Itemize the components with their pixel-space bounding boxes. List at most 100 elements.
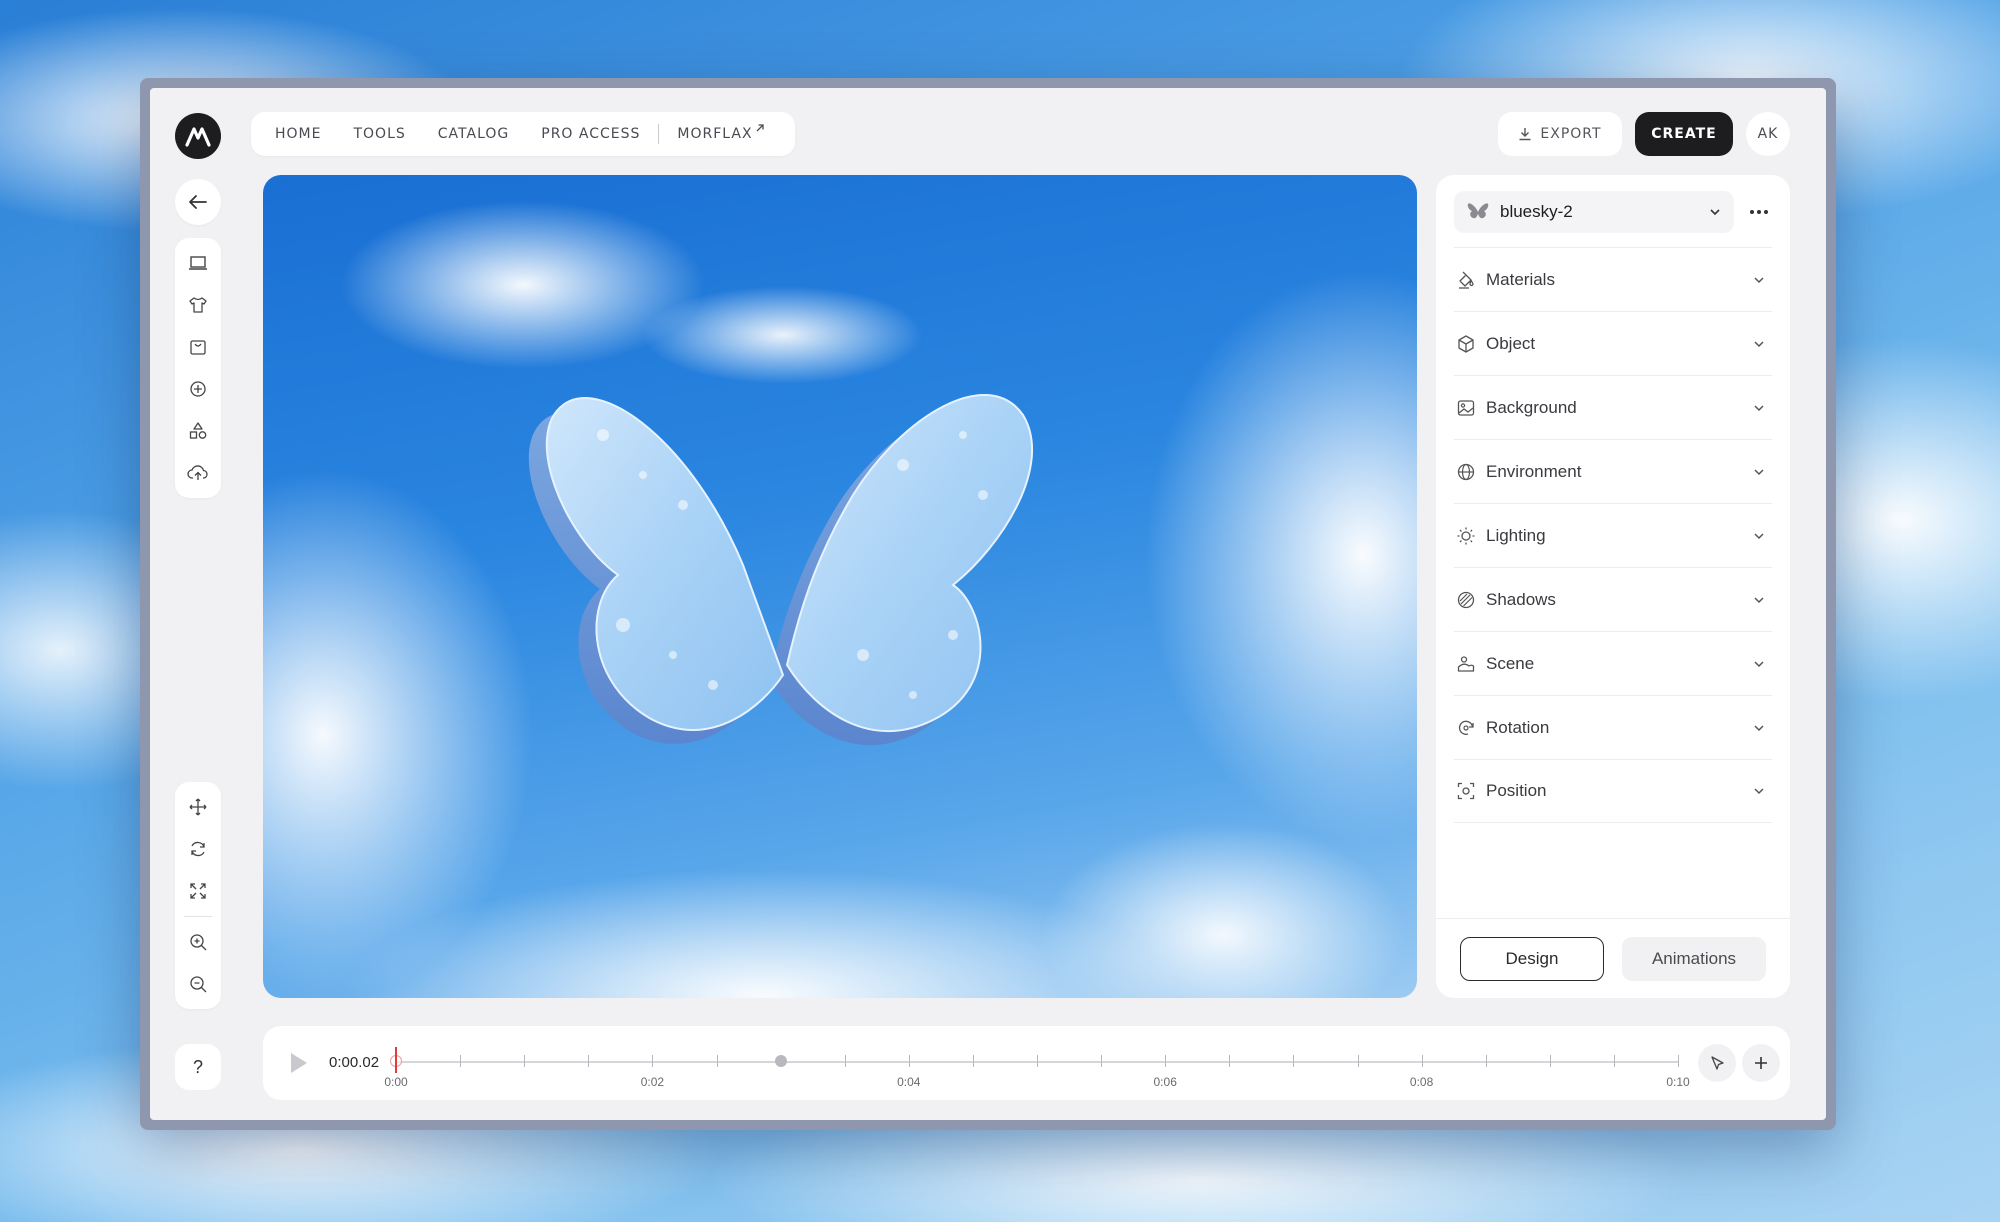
- move-icon[interactable]: [175, 786, 221, 828]
- tab-animations[interactable]: Animations: [1622, 937, 1766, 981]
- chevron-down-icon: [1754, 596, 1764, 603]
- section-label: Scene: [1486, 653, 1535, 673]
- position-icon: [1457, 782, 1475, 800]
- avatar[interactable]: AK: [1746, 112, 1790, 156]
- timeline-tick: [652, 1055, 654, 1067]
- scene-icon: [1457, 655, 1475, 672]
- section-scene[interactable]: Scene: [1454, 631, 1772, 695]
- main-nav: HOME TOOLS CATALOG PRO ACCESS MORFLAX: [251, 112, 795, 156]
- back-arrow-icon[interactable]: [175, 179, 221, 225]
- device-icon[interactable]: [175, 242, 221, 284]
- materials-icon: [1459, 271, 1474, 289]
- upload-icon[interactable]: [175, 452, 221, 494]
- chevron-down-icon: [1754, 276, 1764, 283]
- sun-icon: [1457, 527, 1475, 544]
- shadow-icon: [1457, 591, 1475, 608]
- add-icon[interactable]: [1742, 1044, 1780, 1082]
- chevron-down-icon: [1754, 660, 1764, 667]
- back-card: [175, 179, 221, 225]
- timeline-tick: [972, 1055, 974, 1067]
- nav-tools[interactable]: TOOLS: [337, 126, 421, 142]
- timeline-tick-label: 0:02: [640, 1075, 665, 1089]
- nav-home[interactable]: HOME: [259, 126, 337, 142]
- keyframe-add-icon[interactable]: [1698, 1044, 1736, 1082]
- timeline-tick: [1549, 1055, 1551, 1067]
- preset-selector[interactable]: bluesky-2: [1454, 191, 1734, 233]
- timeline-tick-label: 0:10: [1666, 1075, 1690, 1089]
- timeline-tick: [588, 1055, 590, 1067]
- section-shadows[interactable]: Shadows: [1454, 567, 1772, 631]
- timeline-tick: [716, 1055, 718, 1067]
- timeline-tick: [524, 1055, 526, 1067]
- timeline-tick: [1037, 1055, 1038, 1067]
- properties-panel: bluesky-2 Materials Object Background En…: [1436, 175, 1790, 998]
- chevron-down-icon: [1754, 340, 1764, 347]
- timeline-tick: [1613, 1055, 1615, 1067]
- shapes-icon[interactable]: [175, 410, 221, 452]
- bag-icon[interactable]: [175, 326, 221, 368]
- section-label: Object: [1486, 333, 1536, 353]
- tshirt-icon[interactable]: [175, 284, 221, 326]
- preset-label: bluesky-2: [1500, 202, 1573, 221]
- play-icon[interactable]: [285, 1050, 311, 1076]
- zoom-in-icon[interactable]: [175, 921, 221, 963]
- timeline-tick-label: 0:08: [1409, 1075, 1434, 1089]
- section-label: Environment: [1486, 461, 1582, 481]
- section-label: Position: [1486, 781, 1547, 800]
- current-time: 0:00.02: [329, 1054, 380, 1071]
- section-materials[interactable]: Materials: [1454, 247, 1772, 311]
- section-background[interactable]: Background: [1454, 375, 1772, 439]
- panel-sections: Materials Object Background Environment: [1454, 247, 1772, 823]
- create-button[interactable]: CREATE: [1635, 112, 1733, 156]
- timeline-tick: [1421, 1055, 1423, 1067]
- timeline: 0:00.02 0:00 0:02 0:04 0:06 0:08 0:10: [263, 1026, 1790, 1100]
- section-label: Lighting: [1486, 525, 1546, 545]
- timeline-tick: [1101, 1055, 1103, 1067]
- section-lighting[interactable]: Lighting: [1454, 503, 1772, 567]
- timeline-tick: [1293, 1055, 1295, 1067]
- timeline-tick: [1678, 1055, 1679, 1067]
- download-icon: [1519, 128, 1531, 141]
- section-environment[interactable]: Environment: [1454, 439, 1772, 503]
- butterfly-3d-object[interactable]: [263, 175, 1417, 998]
- export-label: EXPORT: [1540, 126, 1602, 142]
- help-button[interactable]: ?: [175, 1044, 221, 1090]
- section-position[interactable]: Position: [1454, 759, 1772, 823]
- timeline-tick: [844, 1055, 846, 1067]
- arrow-up-right-icon: [756, 124, 764, 132]
- section-label: Background: [1486, 397, 1577, 417]
- nav-morflax-external[interactable]: MORFLAX: [661, 124, 780, 142]
- section-label: Shadows: [1486, 589, 1556, 609]
- playhead[interactable]: [395, 1047, 397, 1073]
- panel-footer: Design Animations: [1436, 918, 1790, 998]
- butterfly-icon: [1467, 203, 1489, 219]
- scale-icon[interactable]: [175, 870, 221, 912]
- section-rotation[interactable]: Rotation: [1454, 695, 1772, 759]
- zoom-out-icon[interactable]: [175, 963, 221, 1005]
- morflax-logo-icon[interactable]: [175, 113, 221, 159]
- toolbar-divider: [184, 916, 212, 917]
- timeline-tick: [1357, 1055, 1359, 1067]
- section-object[interactable]: Object: [1454, 311, 1772, 375]
- chevron-down-icon: [1754, 788, 1764, 795]
- timeline-tick: [908, 1055, 910, 1067]
- chevron-down-icon: [1754, 404, 1764, 411]
- timeline-tick-label: 0:00: [384, 1075, 408, 1089]
- rotate-icon[interactable]: [175, 828, 221, 870]
- timeline-keyframe[interactable]: [774, 1055, 787, 1067]
- timeline-track[interactable]: 0:00 0:02 0:04 0:06 0:08 0:10: [384, 1047, 1690, 1089]
- app-frame: HOME TOOLS CATALOG PRO ACCESS MORFLAX EX…: [150, 88, 1826, 1120]
- export-button[interactable]: EXPORT: [1498, 112, 1622, 156]
- nav-catalog[interactable]: CATALOG: [422, 126, 525, 142]
- scene-canvas[interactable]: [263, 175, 1417, 998]
- timeline-tick: [460, 1055, 462, 1067]
- timeline-tick: [1229, 1055, 1231, 1067]
- tab-design[interactable]: Design: [1460, 937, 1604, 981]
- timeline-tick: [1485, 1055, 1487, 1067]
- chevron-down-icon: [1754, 468, 1764, 475]
- object-tools-card: [175, 238, 221, 498]
- sticker-icon[interactable]: [175, 368, 221, 410]
- nav-divider: [658, 124, 660, 144]
- more-options-icon[interactable]: [1742, 195, 1776, 229]
- nav-pro-access[interactable]: PRO ACCESS: [525, 126, 656, 142]
